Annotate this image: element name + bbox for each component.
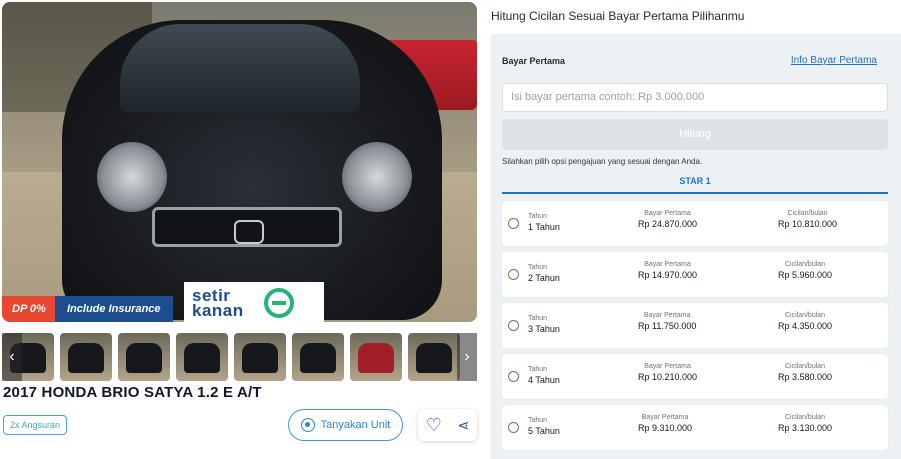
chevron-left-icon[interactable]: ‹ [2,333,22,381]
down-payment-label: Bayar Pertama [502,56,566,66]
down-payment-value: Rp 9.310.000 [638,423,693,433]
thumbnail-strip: ‹ › [2,333,477,383]
down-payment-value: Rp 24.870.000 [638,219,698,229]
down-payment-value: Rp 11.750.000 [638,321,697,331]
ask-unit-label: Tanyakan Unit [320,419,391,431]
tenor-value: 5 Tahun [528,426,560,436]
listing-title: 2017 HONDA BRIO SATYA 1.2 E A/T [3,384,262,401]
tenor-label: Tahun [528,315,548,322]
monthly-col-label: Cicilan/bulan [784,414,826,421]
option-radio[interactable] [508,371,519,382]
chevron-right-icon[interactable]: › [457,333,477,381]
monthly-value: Rp 5.960.000 [778,270,833,280]
option-radio[interactable] [508,269,519,280]
photo-car-headlamp-left [97,142,167,212]
tenor-label: Tahun [528,264,548,271]
thumbnail[interactable] [176,333,228,381]
car-main-photo[interactable] [2,2,477,322]
tenor-value: 1 Tahun [528,222,560,232]
option-radio[interactable] [508,218,519,229]
installment-option[interactable]: Tahun 1 Tahun Bayar Pertama Rp 24.870.00… [502,201,888,246]
thumbnail[interactable] [292,333,344,381]
option-radio[interactable] [508,422,519,433]
monthly-col-label: Cicilan/bulan [787,210,828,217]
share-icon[interactable]: ⋖ [457,418,469,432]
calculator-heading: Hitung Cicilan Sesuai Bayar Pertama Pili… [491,9,745,23]
insurance-badge: Include Insurance [55,296,173,322]
ask-unit-button[interactable]: Tanyakan Unit [288,409,403,441]
photo-car-windshield [120,24,360,112]
tenor-label: Tahun [528,366,548,373]
tenor-label: Tahun [528,213,548,220]
down-payment-col-label: Bayar Pertama [644,363,691,370]
monthly-value: Rp 10.810.000 [778,219,838,229]
photo-car-headlamp-right [342,142,412,212]
thumbnail[interactable] [60,333,112,381]
calculate-button[interactable]: Hitung [502,119,888,150]
calculator-hint: Silahkan pilih opsi pengajuan yang sesua… [502,157,703,166]
monthly-col-label: Cicilan/bulan [784,312,826,319]
monthly-value: Rp 3.580.000 [778,372,833,382]
down-payment-value: Rp 14.970.000 [638,270,698,280]
tenor-value: 3 Tahun [528,324,560,334]
tenor-value: 4 Tahun [528,375,560,385]
installment-option[interactable]: Tahun 4 Tahun Bayar Pertama Rp 10.210.00… [502,354,888,399]
down-payment-input[interactable]: Isi bayar pertama contoh: Rp 3.000.000 [502,83,888,112]
tenor-label: Tahun [528,417,548,424]
whatsapp-icon [300,418,315,432]
down-payment-col-label: Bayar Pertama [643,312,691,319]
brand-logo: setir kanan [184,282,324,324]
tenor-value: 2 Tahun [528,273,560,283]
thumbnail[interactable] [350,333,402,381]
monthly-value: Rp 4.350.000 [778,321,833,331]
thumbnail[interactable] [234,333,286,381]
monthly-value: Rp 3.130.000 [778,423,833,433]
down-payment-col-label: Bayar Pertama [644,261,691,268]
down-payment-value: Rp 10.210.000 [638,372,698,382]
dp-badge: DP 0% [2,296,56,322]
photo-car-emblem [234,220,264,244]
thumbnail[interactable] [408,333,460,381]
thumbnail[interactable] [118,333,170,381]
down-payment-col-label: Bayar Pertama [644,210,691,217]
installment-option[interactable]: Tahun 3 Tahun Bayar Pertama Rp 11.750.00… [502,303,888,348]
heart-icon[interactable]: ♡ [426,416,442,434]
installment-option[interactable]: Tahun 5 Tahun Bayar Pertama Rp 9.310.000… [502,405,888,450]
brand-logo-text: setir kanan [192,286,244,320]
info-down-payment-link[interactable]: Info Bayar Pertama [791,55,877,66]
monthly-col-label: Cicilan/bulan [784,363,826,370]
listing-actions: ♡ ⋖ [418,409,477,441]
tab-star-1[interactable]: STAR 1 [502,174,888,194]
down-payment-col-label: Bayar Pertama [641,414,689,421]
installment-option[interactable]: Tahun 2 Tahun Bayar Pertama Rp 14.970.00… [502,252,888,297]
steering-wheel-icon [264,288,294,318]
monthly-col-label: Cicilan/bulan [784,261,826,268]
option-radio[interactable] [508,320,519,331]
installment-chip: 2x Angsuran [3,415,68,435]
